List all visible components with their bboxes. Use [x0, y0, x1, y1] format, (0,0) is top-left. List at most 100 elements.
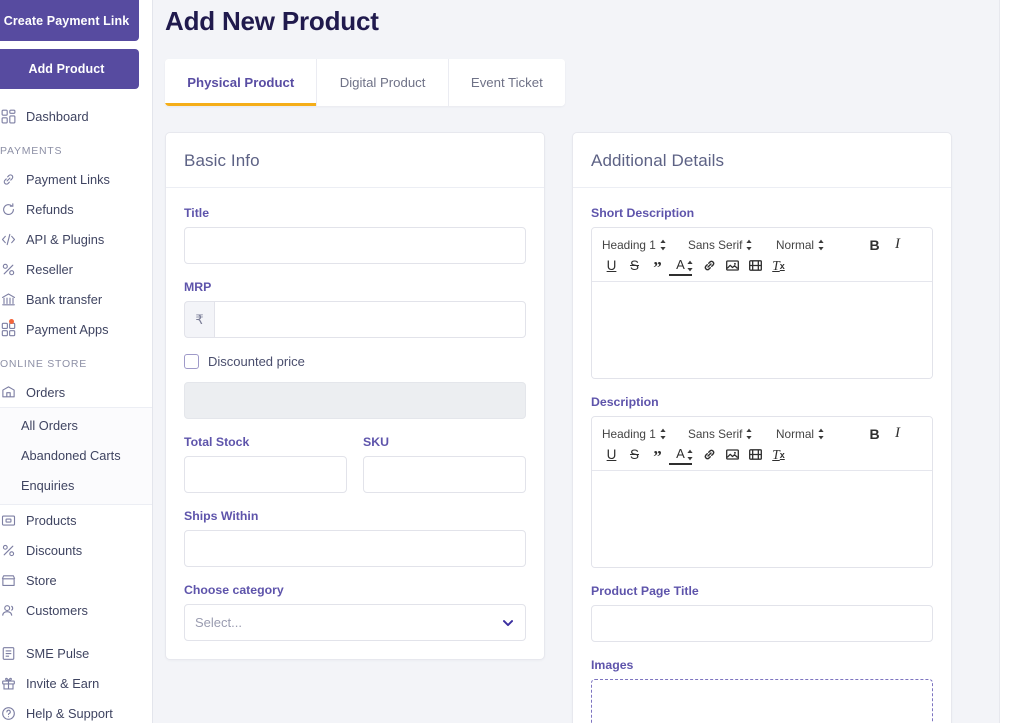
- sidebar-item-label: Discounts: [26, 543, 82, 558]
- heading-select-desc[interactable]: Heading 1: [600, 427, 686, 441]
- images-upload-dropzone[interactable]: [591, 679, 933, 723]
- video-icon[interactable]: [744, 445, 767, 465]
- sidebar-item-help-support[interactable]: Help & Support: [0, 698, 153, 723]
- bold-button[interactable]: B: [863, 235, 886, 255]
- font-select-short[interactable]: Sans Serif: [686, 238, 774, 252]
- rupee-icon: ₹: [184, 301, 214, 338]
- clear-formatting-button[interactable]: Tx: [767, 256, 790, 276]
- sidebar-item-label: Dashboard: [26, 109, 89, 124]
- description-label: Description: [591, 395, 933, 409]
- heading-select-short[interactable]: Heading 1: [600, 238, 686, 252]
- updown-icon: [745, 428, 753, 440]
- additional-details-card-title: Additional Details: [573, 133, 951, 188]
- notification-badge: [9, 319, 14, 324]
- short-description-editor: Heading 1 Sans Serif: [591, 227, 933, 379]
- discounted-price-label[interactable]: Discounted price: [208, 354, 305, 369]
- code-icon: [0, 231, 16, 247]
- link-icon[interactable]: [698, 445, 721, 465]
- italic-button[interactable]: I: [886, 424, 909, 444]
- discounted-price-checkbox[interactable]: [184, 354, 199, 369]
- stock-sku-row: Total Stock SKU: [184, 435, 526, 509]
- clear-format-label: T: [772, 447, 780, 463]
- sidebar-item-label: SME Pulse: [26, 646, 89, 661]
- sidebar: Create Payment Link Add Product Dashboar…: [0, 0, 153, 723]
- updown-icon: [817, 239, 825, 251]
- heading-select-value: Heading 1: [602, 238, 656, 252]
- sidebar-item-invite-earn[interactable]: Invite & Earn: [0, 668, 153, 698]
- blockquote-button[interactable]: ”: [646, 445, 669, 465]
- tab-digital-product[interactable]: Digital Product: [317, 59, 448, 106]
- updown-icon[interactable]: [686, 260, 694, 272]
- description-toolbar: Heading 1 Sans Serif: [592, 417, 932, 471]
- sidebar-item-label: Refunds: [26, 202, 74, 217]
- orders-submenu: All Orders Abandoned Carts Enquiries: [0, 407, 153, 505]
- short-description-toolbar: Heading 1 Sans Serif: [592, 228, 932, 282]
- sidebar-item-label: Payment Links: [26, 172, 110, 187]
- size-select-desc[interactable]: Normal: [774, 427, 863, 441]
- sidebar-item-refunds[interactable]: Refunds: [0, 194, 153, 224]
- sidebar-item-sme-pulse[interactable]: SME Pulse: [0, 638, 153, 668]
- sidebar-item-label: Customers: [26, 603, 88, 618]
- product-page-title-label: Product Page Title: [591, 584, 933, 598]
- choose-category-label: Choose category: [184, 583, 526, 597]
- ships-within-field-group: Ships Within: [184, 509, 526, 567]
- gift-icon: [0, 675, 16, 691]
- sku-input[interactable]: [363, 456, 526, 493]
- bold-button[interactable]: B: [863, 424, 886, 444]
- main-content: Add New Product Physical Product Digital…: [153, 0, 1024, 723]
- sidebar-item-api-plugins[interactable]: API & Plugins: [0, 224, 153, 254]
- underline-button[interactable]: U: [600, 445, 623, 465]
- short-description-textarea[interactable]: [592, 282, 932, 378]
- product-type-tabs: Physical Product Digital Product Event T…: [165, 59, 565, 106]
- images-field-group: Images: [591, 658, 933, 723]
- sidebar-item-orders[interactable]: Orders: [0, 377, 153, 407]
- discounted-price-row: Discounted price: [184, 354, 526, 369]
- sidebar-item-bank-transfer[interactable]: Bank transfer: [0, 284, 153, 314]
- font-select-desc[interactable]: Sans Serif: [686, 427, 774, 441]
- strikethrough-button[interactable]: S: [623, 256, 646, 276]
- updown-icon[interactable]: [686, 449, 694, 461]
- image-icon[interactable]: [721, 256, 744, 276]
- product-page-title-input[interactable]: [591, 605, 933, 642]
- underline-button[interactable]: U: [600, 256, 623, 276]
- tab-physical-product[interactable]: Physical Product: [165, 59, 317, 106]
- refund-icon: [0, 201, 16, 217]
- sidebar-item-payment-links[interactable]: Payment Links: [0, 164, 153, 194]
- sidebar-item-dashboard[interactable]: Dashboard: [0, 101, 153, 131]
- italic-button[interactable]: I: [886, 235, 909, 255]
- title-field-group: Title: [184, 206, 526, 264]
- blockquote-button[interactable]: ”: [646, 256, 669, 276]
- mrp-input[interactable]: [214, 301, 526, 338]
- sidebar-item-store[interactable]: Store: [0, 565, 153, 595]
- tab-event-ticket[interactable]: Event Ticket: [449, 59, 565, 106]
- pulse-icon: [0, 645, 16, 661]
- sidebar-item-label: Products: [26, 513, 77, 528]
- sidebar-item-payment-apps[interactable]: Payment Apps: [0, 314, 153, 344]
- updown-icon: [745, 239, 753, 251]
- sidebar-item-label: Reseller: [26, 262, 73, 277]
- sidebar-item-discounts[interactable]: Discounts: [0, 535, 153, 565]
- add-product-button[interactable]: Add Product: [0, 49, 139, 89]
- link-icon[interactable]: [698, 256, 721, 276]
- sidebar-item-label: Bank transfer: [26, 292, 102, 307]
- strikethrough-button[interactable]: S: [623, 445, 646, 465]
- updown-icon: [659, 428, 667, 440]
- size-select-short[interactable]: Normal: [774, 238, 863, 252]
- category-select[interactable]: Select...: [184, 604, 526, 641]
- title-input[interactable]: [184, 227, 526, 264]
- sku-field-group: SKU: [363, 435, 526, 493]
- video-icon[interactable]: [744, 256, 767, 276]
- clear-formatting-button[interactable]: Tx: [767, 445, 790, 465]
- description-field-group: Description Heading 1: [591, 395, 933, 568]
- sidebar-subitem-enquiries[interactable]: Enquiries: [0, 471, 153, 501]
- sidebar-item-customers[interactable]: Customers: [0, 595, 153, 625]
- create-payment-link-button[interactable]: Create Payment Link: [0, 0, 139, 41]
- description-textarea[interactable]: [592, 471, 932, 567]
- sidebar-subitem-all-orders[interactable]: All Orders: [0, 411, 153, 441]
- sidebar-subitem-abandoned-carts[interactable]: Abandoned Carts: [0, 441, 153, 471]
- image-icon[interactable]: [721, 445, 744, 465]
- total-stock-input[interactable]: [184, 456, 347, 493]
- sidebar-item-products[interactable]: Products: [0, 505, 153, 535]
- sidebar-item-reseller[interactable]: Reseller: [0, 254, 153, 284]
- ships-within-input[interactable]: [184, 530, 526, 567]
